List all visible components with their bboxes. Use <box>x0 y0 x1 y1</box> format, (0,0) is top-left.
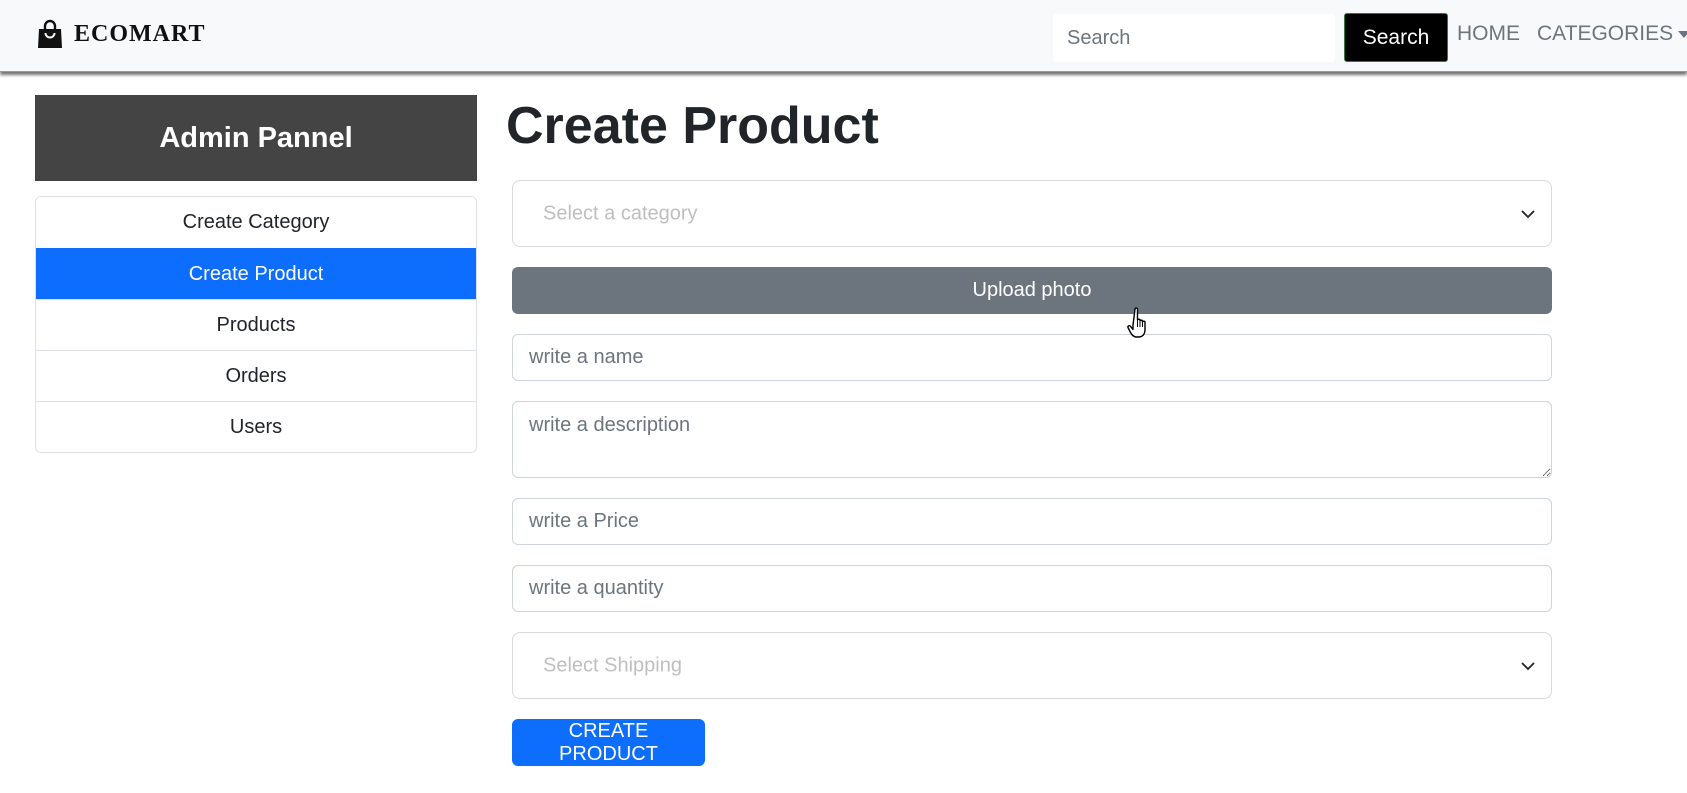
nav-link-home[interactable]: HOME <box>1457 22 1520 46</box>
sidebar-item-create-product[interactable]: Create Product <box>36 248 476 299</box>
sidebar-item-label: Users <box>229 415 283 438</box>
product-name-input[interactable] <box>512 334 1552 381</box>
product-price-input[interactable] <box>512 498 1552 545</box>
search-button[interactable]: Search <box>1344 13 1448 62</box>
sidebar-item-label: Orders <box>225 364 287 387</box>
admin-panel-title-text: Admin Pannel <box>159 121 353 154</box>
nav-link-categories-label: CATEGORIES <box>1537 22 1674 45</box>
page-title: Create Product <box>506 97 879 155</box>
sidebar-item-create-category[interactable]: Create Category <box>36 197 476 248</box>
brand-name: ECOMART <box>74 20 206 47</box>
shopping-bag-icon <box>38 19 62 48</box>
sidebar-item-users[interactable]: Users <box>36 401 476 452</box>
sidebar-item-label: Create Product <box>188 262 324 285</box>
create-product-button[interactable]: CREATE PRODUCT <box>512 719 705 766</box>
brand[interactable]: ECOMART <box>36 18 206 50</box>
admin-menu: Create Category Create Product Products … <box>35 196 477 453</box>
sidebar-item-label: Create Category <box>182 211 330 233</box>
sidebar-item-label: Products <box>216 313 296 336</box>
hand-pointer-cursor-icon <box>1127 307 1146 338</box>
sidebar-item-orders[interactable]: Orders <box>36 350 476 401</box>
search-input[interactable] <box>1053 14 1335 62</box>
shipping-select[interactable]: Select Shipping <box>512 632 1552 699</box>
chevron-down-icon <box>1521 661 1535 670</box>
top-navbar: ECOMART Search HOME CATEGORIES <box>0 0 1687 72</box>
nav-dropdown-categories[interactable]: CATEGORIES <box>1537 22 1687 46</box>
category-select[interactable]: Select a category <box>512 180 1552 247</box>
caret-down-icon <box>1678 30 1687 38</box>
product-quantity-input[interactable] <box>512 565 1552 612</box>
product-description-textarea[interactable] <box>512 401 1552 478</box>
chevron-down-icon <box>1521 209 1535 218</box>
sidebar-item-products[interactable]: Products <box>36 299 476 350</box>
admin-panel-title: Admin Pannel <box>35 95 477 181</box>
category-select-placeholder: Select a category <box>543 202 698 224</box>
upload-photo-button[interactable]: Upload photo <box>512 267 1552 314</box>
shipping-select-placeholder: Select Shipping <box>543 654 682 676</box>
